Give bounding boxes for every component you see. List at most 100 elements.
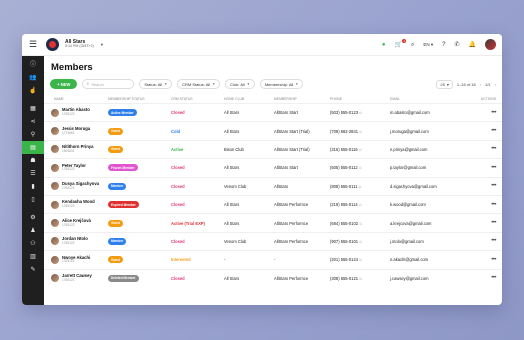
membership: AllStars Start xyxy=(274,110,298,116)
prev-page-icon[interactable]: ‹ xyxy=(480,82,481,87)
avatar xyxy=(51,200,59,209)
phone-number[interactable]: (907) 555-0101 xyxy=(330,239,358,244)
table-row[interactable]: Kendasha Wood 1765123 Expired Member Clo… xyxy=(44,194,502,213)
avatar xyxy=(51,163,59,172)
calendar-icon[interactable]: ▦ xyxy=(22,102,44,115)
table-row[interactable]: Jesús Moruga 1774663 Guest Cold All Star… xyxy=(44,121,502,139)
new-member-button[interactable]: + NEW xyxy=(50,79,78,89)
more-icon[interactable]: ••• xyxy=(491,146,496,152)
email[interactable]: j.moruga@gmail.com xyxy=(390,129,463,134)
membership-status-cell: Frozen Member xyxy=(106,164,171,172)
phone-number[interactable]: (316) 555-0116 xyxy=(330,147,358,152)
email[interactable]: k.wood@gmail.com xyxy=(390,202,463,207)
users-icon[interactable]: 👥 xyxy=(22,71,44,84)
header-email[interactable]: EMAIL xyxy=(390,97,463,101)
wrench-icon[interactable]: ✎ xyxy=(22,263,44,276)
phone-number[interactable]: (308) 555-0121 xyxy=(330,276,358,281)
phone-number[interactable]: (201) 555-0124 xyxy=(330,257,358,262)
email[interactable]: n.akachi@gmail.com xyxy=(390,257,463,262)
more-icon[interactable]: ••• xyxy=(491,220,496,226)
copy-icon[interactable]: ⊙ xyxy=(359,258,362,262)
walk-icon[interactable]: ⚲ xyxy=(22,128,44,141)
page-size-select[interactable]: 25 ▾ xyxy=(436,79,453,89)
header-phone[interactable]: PHONE xyxy=(330,97,390,101)
copy-icon[interactable]: ⊙ xyxy=(359,277,362,281)
email[interactable]: m.abasto@gmail.com xyxy=(390,110,463,115)
table-row[interactable]: Martin Abasto 1765123 Active Member Clos… xyxy=(44,103,502,121)
group-icon[interactable]: ☗ xyxy=(22,154,44,167)
language-selector[interactable]: EN ▾ xyxy=(423,42,433,48)
email[interactable]: n.prinya@gmail.com xyxy=(390,147,463,152)
club-selector[interactable]: All Stars 5:10 PM (GMT+2) xyxy=(65,39,94,49)
more-icon[interactable]: ••• xyxy=(491,202,496,208)
members-card-icon[interactable]: ▤ xyxy=(22,141,44,154)
table-row[interactable]: Dusya Sigachyova 1765123 Member Closed V… xyxy=(44,176,502,195)
table-row[interactable]: Alice Krejčová 1765123 Guest Active (Tri… xyxy=(44,213,502,231)
file-icon[interactable]: ▯ xyxy=(22,193,44,206)
email[interactable]: d.sigachyova@gmail.com xyxy=(390,184,463,189)
report-icon[interactable]: ▥ xyxy=(22,250,44,263)
phone-number[interactable]: (684) 555-0102 xyxy=(330,221,358,226)
more-icon[interactable]: ••• xyxy=(491,183,496,189)
help-icon[interactable]: ? xyxy=(442,42,445,48)
kettlebell-icon[interactable]: ♟ xyxy=(22,224,44,237)
filter-membership[interactable]: Membership: All ▼ xyxy=(259,79,304,89)
phone-number[interactable]: (219) 555-0114 xyxy=(330,202,358,207)
chevron-down-icon[interactable]: ▼ xyxy=(100,42,104,47)
dumbbell-icon[interactable]: ⚙ xyxy=(22,211,44,224)
actions-cell: ••• xyxy=(463,146,502,152)
table-row[interactable]: Peter Taylor 1765123 Frozen Member Close… xyxy=(44,158,502,176)
more-icon[interactable]: ••• xyxy=(491,257,496,263)
email[interactable]: a.krejcova@gmail.com xyxy=(390,221,463,226)
table-row[interactable]: Jordan Ntolo 1765123 Member Closed Venom… xyxy=(44,231,502,250)
search-icon[interactable]: ⌕ xyxy=(411,42,414,48)
filter-crm-status[interactable]: CRM Status: All ▼ xyxy=(177,79,221,89)
copy-icon[interactable]: ⊙ xyxy=(359,166,362,170)
header-home-club[interactable]: HOME CLUB xyxy=(224,97,274,101)
table-row[interactable]: Nitithorn Prinya 1505831 Guest Active Bi… xyxy=(44,139,502,158)
more-icon[interactable]: ••• xyxy=(491,110,496,116)
phone-number[interactable]: (808) 555-0111 xyxy=(330,184,357,189)
share-icon[interactable]: ⋖ xyxy=(22,115,44,128)
more-icon[interactable]: ••• xyxy=(491,275,496,281)
copy-icon[interactable]: ⊙ xyxy=(359,148,362,152)
document-icon[interactable]: ▮ xyxy=(22,180,44,193)
more-icon[interactable]: ••• xyxy=(491,128,496,134)
copy-icon[interactable]: ⊙ xyxy=(359,240,362,244)
header-name[interactable]: NAME xyxy=(44,97,106,101)
phone-number[interactable]: (505) 555-0112 xyxy=(330,165,358,170)
header-crm-status[interactable]: CRM STATUS xyxy=(171,97,224,101)
email[interactable]: p.taylor@gmail.com xyxy=(390,165,463,170)
home-club: Venom Club xyxy=(224,183,247,189)
more-icon[interactable]: ••• xyxy=(491,238,496,244)
table-row[interactable]: Jarrett Cawsey 1765123 Deleted Member Cl… xyxy=(44,268,502,287)
header-membership-status[interactable]: MEMBERSHIP STATUS xyxy=(106,97,171,101)
notification-icon[interactable]: 🔔 xyxy=(469,42,476,48)
user-avatar[interactable] xyxy=(485,39,496,50)
globe-icon[interactable]: ● xyxy=(382,42,386,48)
copy-icon[interactable]: ⊙ xyxy=(359,203,362,207)
list-icon[interactable]: ☰ xyxy=(22,167,44,180)
people-icon[interactable]: ⚇ xyxy=(22,237,44,250)
table-row[interactable]: Nwoye Akachi 1765123 Guest Interested - … xyxy=(44,250,502,268)
copy-icon[interactable]: ⊙ xyxy=(359,130,362,134)
filter-club[interactable]: Club: All ▼ xyxy=(225,79,255,89)
copy-icon[interactable]: ⊙ xyxy=(359,222,362,226)
info-icon[interactable]: ⓘ xyxy=(22,58,44,71)
next-page-icon[interactable]: › xyxy=(495,82,496,87)
status-badge: Guest xyxy=(108,145,124,153)
email[interactable]: j.cawsey@gmail.com xyxy=(390,276,463,281)
copy-icon[interactable]: ⊙ xyxy=(359,185,362,189)
cart-icon[interactable]: 🛒 1 xyxy=(395,38,406,48)
copy-icon[interactable]: ⊙ xyxy=(359,111,362,115)
phone-icon[interactable]: ✆ xyxy=(454,42,459,48)
phone-number[interactable]: (503) 555-0123 xyxy=(330,110,358,115)
search-input[interactable] xyxy=(91,81,132,87)
lead-icon[interactable]: ☝ xyxy=(22,84,44,97)
phone-number[interactable]: (709) 682-2841 xyxy=(330,129,358,134)
filter-status[interactable]: Status: All ▼ xyxy=(139,79,173,89)
more-icon[interactable]: ••• xyxy=(491,165,496,171)
email[interactable]: j.ntolo@gmail.com xyxy=(390,239,463,244)
menu-icon[interactable]: ☰ xyxy=(22,34,44,56)
header-membership[interactable]: MEMBERSHIP xyxy=(274,97,330,101)
